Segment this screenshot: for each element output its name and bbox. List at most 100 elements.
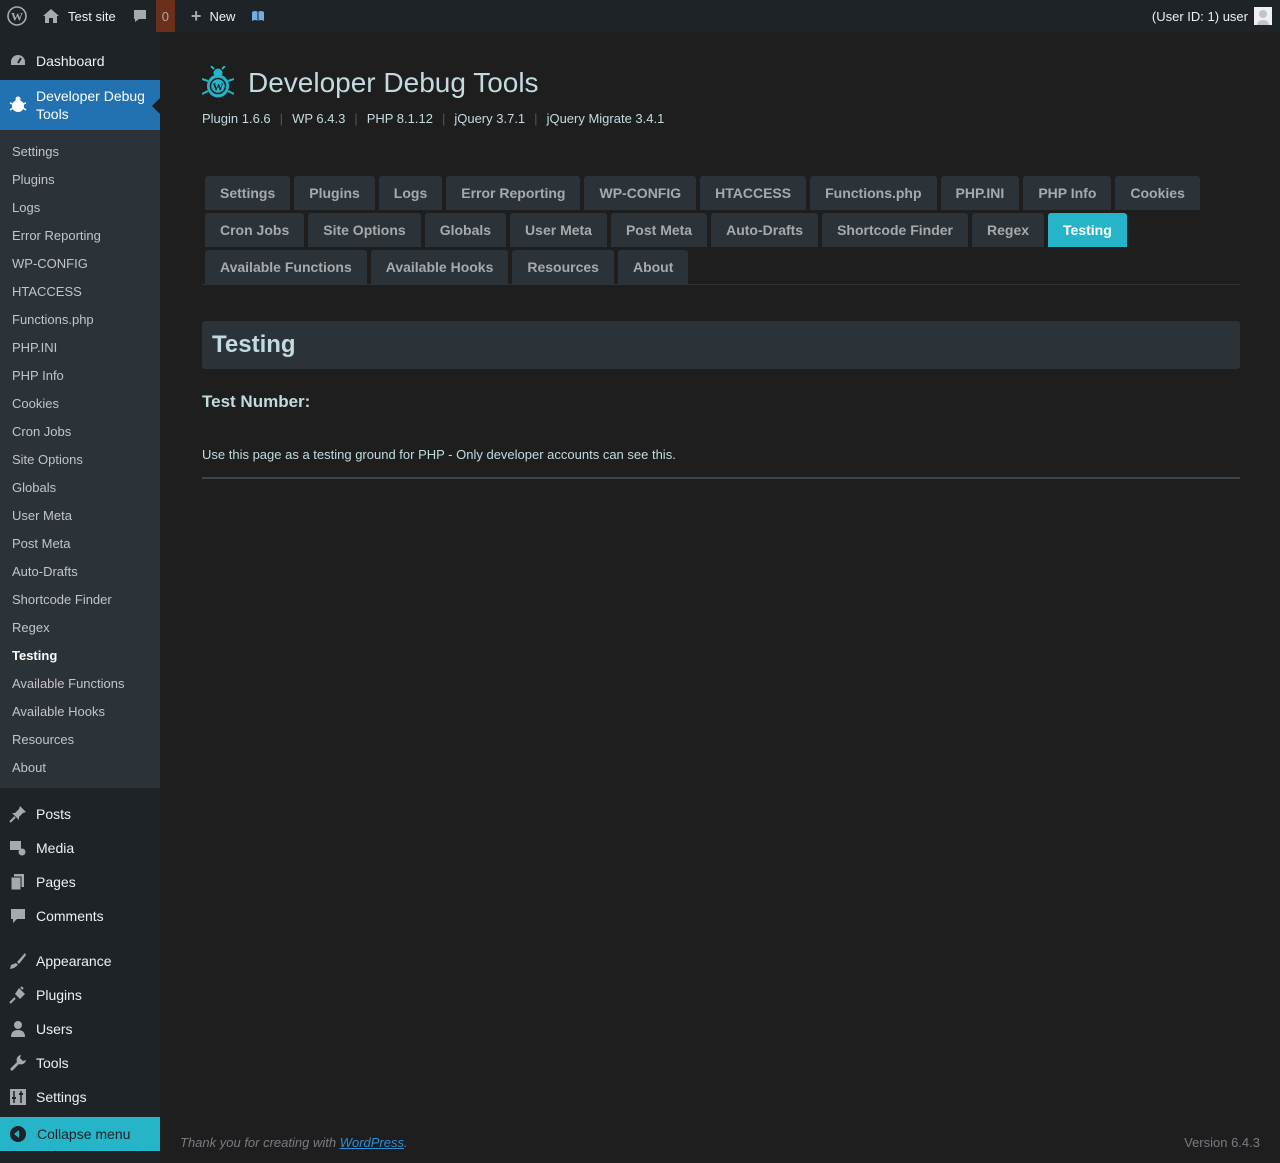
submenu-item-functions-php[interactable]: Functions.php: [0, 305, 160, 333]
tab-row: Cron Jobs Site Options Globals User Meta Pos…: [205, 213, 1240, 250]
tab-about[interactable]: About: [617, 250, 689, 284]
menu-plugins-label: Plugins: [36, 987, 82, 1003]
version-item: PHP 8.1.12: [366, 111, 433, 126]
menu-posts[interactable]: Posts: [0, 797, 160, 831]
wordpress-logo-icon[interactable]: W: [0, 0, 34, 32]
page-description: Use this page as a testing ground for PH…: [202, 447, 676, 462]
tab-logs[interactable]: Logs: [378, 176, 443, 210]
footer-thanks-prefix: Thank you for creating with: [180, 1135, 340, 1150]
tab-cron-jobs[interactable]: Cron Jobs: [205, 213, 305, 247]
tab-error-reporting[interactable]: Error Reporting: [446, 176, 581, 210]
tab-htaccess[interactable]: HTACCESS: [700, 176, 807, 210]
footer-version: Version 6.4.3: [1184, 1135, 1260, 1150]
media-icon: [8, 838, 28, 858]
submenu-item-settings[interactable]: Settings: [0, 137, 160, 165]
submenu-item-cron-jobs[interactable]: Cron Jobs: [0, 417, 160, 445]
menu-developer-debug-tools[interactable]: Developer Debug Tools: [0, 80, 160, 130]
submenu-item-htaccess[interactable]: HTACCESS: [0, 277, 160, 305]
user-account-link[interactable]: (User ID: 1) user: [1144, 0, 1280, 32]
tab-row: Settings Plugins Logs Error Reporting WP-CON…: [205, 176, 1240, 213]
comments-link[interactable]: 0: [124, 0, 175, 32]
submenu-item-available-functions[interactable]: Available Functions: [0, 669, 160, 697]
svg-text:W: W: [213, 82, 224, 94]
tab-shortcode-finder[interactable]: Shortcode Finder: [822, 213, 968, 247]
menu-dashboard[interactable]: Dashboard: [0, 44, 160, 78]
submenu-item-resources[interactable]: Resources: [0, 725, 160, 753]
submenu-item-site-options[interactable]: Site Options: [0, 445, 160, 473]
section-header: Testing: [202, 321, 1240, 369]
tab-php-ini[interactable]: PHP.INI: [940, 176, 1020, 210]
tab-functions-php[interactable]: Functions.php: [810, 176, 937, 210]
new-label: New: [209, 8, 236, 24]
tab-regex[interactable]: Regex: [972, 213, 1045, 247]
settings-sliders-icon: [8, 1087, 28, 1107]
new-content-link[interactable]: + New: [175, 0, 244, 32]
menu-settings[interactable]: Settings: [0, 1080, 160, 1114]
paintbrush-icon: [8, 951, 28, 971]
tab-bar: Settings Plugins Logs Error Reporting WP-CON…: [205, 176, 1240, 287]
menu-plugins[interactable]: Plugins: [0, 978, 160, 1012]
submenu-item-plugins[interactable]: Plugins: [0, 165, 160, 193]
wordpress-link[interactable]: WordPress: [340, 1135, 404, 1150]
submenu-item-globals[interactable]: Globals: [0, 473, 160, 501]
tab-available-functions[interactable]: Available Functions: [205, 250, 367, 284]
wrench-icon: [8, 1053, 28, 1073]
page-header: W Developer Debug Tools: [201, 65, 539, 100]
version-separator: |: [354, 111, 358, 126]
submenu-item-testing[interactable]: Testing: [0, 641, 160, 669]
submenu-item-regex[interactable]: Regex: [0, 613, 160, 641]
book-icon[interactable]: [243, 0, 273, 32]
submenu-item-cookies[interactable]: Cookies: [0, 389, 160, 417]
section-title: Testing: [212, 331, 296, 358]
submenu-item-user-meta[interactable]: User Meta: [0, 501, 160, 529]
tab-auto-drafts[interactable]: Auto-Drafts: [711, 213, 819, 247]
version-item: jQuery 3.7.1: [454, 111, 526, 126]
collapse-menu-button[interactable]: Collapse menu: [0, 1117, 160, 1151]
dashboard-icon: [8, 51, 28, 71]
tab-plugins[interactable]: Plugins: [294, 176, 375, 210]
tab-cookies[interactable]: Cookies: [1115, 176, 1200, 210]
test-number-label: Test Number:: [202, 392, 311, 411]
pages-icon: [8, 872, 28, 892]
divider: [202, 477, 1240, 479]
tab-globals[interactable]: Globals: [424, 213, 507, 247]
menu-developer-debug-tools-label: Developer Debug Tools: [36, 88, 145, 122]
submenu-item-auto-drafts[interactable]: Auto-Drafts: [0, 557, 160, 585]
tab-available-hooks[interactable]: Available Hooks: [370, 250, 509, 284]
submenu-item-wp-config[interactable]: WP-CONFIG: [0, 249, 160, 277]
submenu-item-post-meta[interactable]: Post Meta: [0, 529, 160, 557]
submenu-item-php-info[interactable]: PHP Info: [0, 361, 160, 389]
menu-users[interactable]: Users: [0, 1012, 160, 1046]
site-name-link[interactable]: Test site: [34, 0, 124, 32]
tab-resources[interactable]: Resources: [512, 250, 614, 284]
svg-text:W: W: [11, 10, 23, 24]
submenu-item-php-ini[interactable]: PHP.INI: [0, 333, 160, 361]
tab-settings[interactable]: Settings: [205, 176, 291, 210]
plugin-icon: [8, 985, 28, 1005]
submenu-item-error-reporting[interactable]: Error Reporting: [0, 221, 160, 249]
menu-settings-label: Settings: [36, 1089, 87, 1105]
submenu-item-logs[interactable]: Logs: [0, 193, 160, 221]
menu-tools[interactable]: Tools: [0, 1046, 160, 1080]
submenu-item-available-hooks[interactable]: Available Hooks: [0, 697, 160, 725]
version-item: jQuery Migrate 3.4.1: [546, 111, 665, 126]
tab-post-meta[interactable]: Post Meta: [610, 213, 708, 247]
tab-user-meta[interactable]: User Meta: [510, 213, 607, 247]
menu-pages[interactable]: Pages: [0, 865, 160, 899]
menu-appearance[interactable]: Appearance: [0, 944, 160, 978]
menu-media[interactable]: Media: [0, 831, 160, 865]
submenu-item-shortcode-finder[interactable]: Shortcode Finder: [0, 585, 160, 613]
site-name: Test site: [68, 8, 116, 24]
comment-count-badge: 0: [155, 0, 175, 32]
tab-testing[interactable]: Testing: [1048, 213, 1127, 247]
menu-comments[interactable]: Comments: [0, 899, 160, 933]
collapse-arrow-icon: [10, 1126, 26, 1142]
menu-media-label: Media: [36, 840, 75, 856]
tab-site-options[interactable]: Site Options: [308, 213, 421, 247]
version-item: Plugin 1.6.6: [202, 111, 271, 126]
tab-php-info[interactable]: PHP Info: [1023, 176, 1112, 210]
version-separator: |: [534, 111, 538, 126]
menu-pages-label: Pages: [36, 874, 76, 890]
tab-wp-config[interactable]: WP-CONFIG: [584, 176, 697, 210]
submenu-item-about[interactable]: About: [0, 753, 160, 781]
